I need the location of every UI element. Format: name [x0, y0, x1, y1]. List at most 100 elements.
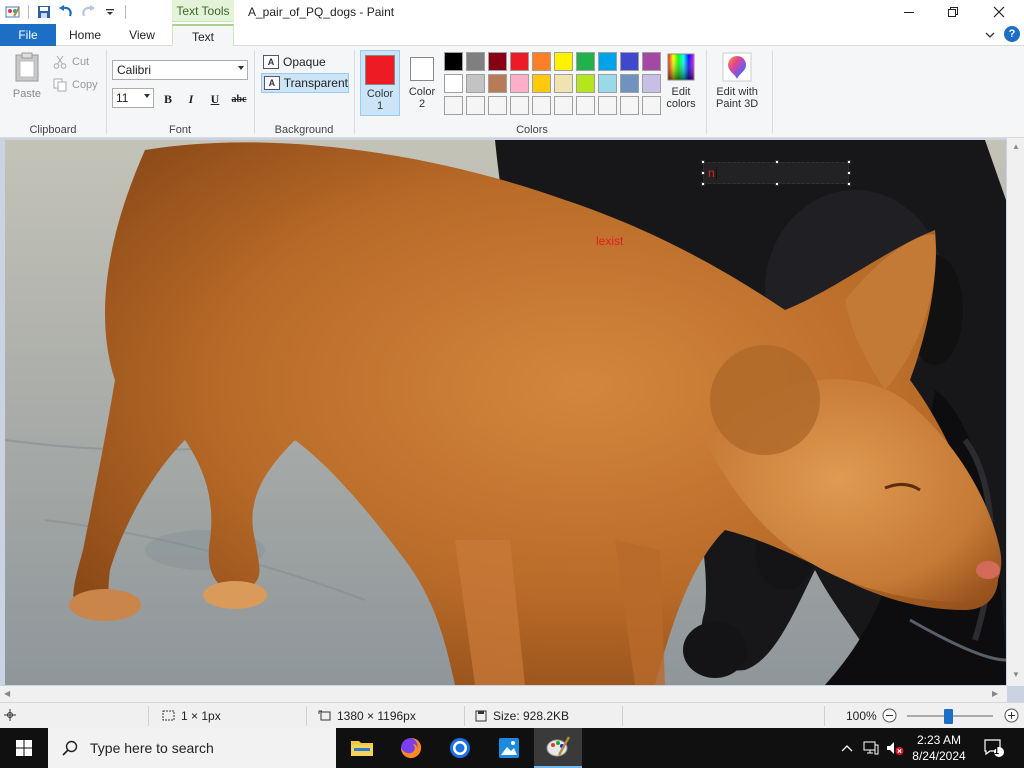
save-icon[interactable]: [33, 1, 55, 23]
minimize-button[interactable]: [886, 0, 932, 24]
tab-file[interactable]: File: [0, 24, 56, 46]
paint-app-icon[interactable]: [2, 1, 24, 23]
zoom-in-button[interactable]: [1004, 708, 1019, 723]
redo-icon[interactable]: [77, 1, 99, 23]
file-explorer-app[interactable]: [338, 728, 386, 768]
quick-access-toolbar: [0, 0, 130, 24]
zoom-out-icon: [882, 708, 897, 723]
bold-button[interactable]: B: [158, 90, 178, 108]
action-center-button[interactable]: 1: [982, 728, 1006, 768]
customize-qat-icon[interactable]: [99, 1, 121, 23]
clipboard-group-label: Clipboard: [29, 124, 77, 136]
strikethrough-button[interactable]: abc: [228, 90, 250, 108]
undo-icon[interactable]: [55, 1, 77, 23]
scissors-icon: [52, 54, 68, 70]
show-hidden-icons-button[interactable]: [838, 728, 856, 768]
ribbon-tab-strip: File Home View Text ?: [0, 24, 1024, 47]
opaque-option[interactable]: A Opaque: [261, 52, 349, 72]
windows-logo-icon: [16, 740, 32, 756]
network-button[interactable]: [860, 728, 882, 768]
status-separator: [622, 706, 623, 726]
close-button[interactable]: [976, 0, 1022, 24]
status-separator: [148, 706, 149, 726]
clipboard-group: Paste Cut Copy Clipboard: [0, 46, 106, 138]
minimize-icon: [904, 12, 914, 13]
restore-button[interactable]: [930, 0, 976, 24]
horizontal-scrollbar[interactable]: ◀ ▶: [0, 686, 1007, 702]
selection-size: 1 × 1px: [162, 709, 221, 723]
painted-text: lexist: [596, 234, 624, 248]
font-family-value: Calibri: [117, 63, 152, 77]
font-size-select[interactable]: 11: [112, 88, 154, 108]
transparent-option[interactable]: A Transparent: [261, 73, 349, 93]
tab-text[interactable]: Text: [172, 24, 234, 47]
cut-label: Cut: [72, 56, 90, 68]
photos-app[interactable]: [485, 728, 533, 768]
window-title: A_pair_of_PQ_dogs - Paint: [248, 5, 395, 19]
network-icon: [863, 741, 879, 755]
scroll-up-icon[interactable]: ▲: [1012, 142, 1020, 151]
folder-icon: [351, 741, 373, 756]
vertical-scrollbar[interactable]: ▲ ▼: [1007, 138, 1024, 686]
tab-home[interactable]: Home: [58, 24, 112, 46]
volume-button[interactable]: [884, 728, 906, 768]
status-separator: [824, 706, 825, 726]
resize-handle[interactable]: [847, 171, 851, 175]
group-divider: [772, 50, 773, 134]
italic-button[interactable]: I: [181, 90, 201, 108]
search-placeholder: Type here to search: [90, 740, 214, 756]
textbox-content[interactable]: n: [708, 166, 717, 181]
cursor-position: [4, 709, 16, 721]
paste-button[interactable]: Paste: [12, 52, 42, 104]
qat-separator: [125, 5, 126, 19]
zoom-level: 100%: [846, 709, 877, 723]
firefox-app[interactable]: [387, 728, 435, 768]
file-size: Size: 928.2KB: [474, 709, 569, 723]
canvas-area[interactable]: ▲ ▼ ◀ ▶: [0, 138, 1024, 702]
clock[interactable]: 2:23 AM 8/24/2024: [906, 732, 972, 764]
scroll-left-icon[interactable]: ◀: [4, 689, 10, 698]
cut-button[interactable]: Cut: [52, 54, 89, 70]
underline-button[interactable]: U: [205, 90, 225, 108]
paint-app[interactable]: [534, 728, 582, 768]
chrome-app[interactable]: [436, 728, 484, 768]
clock-date: 8/24/2024: [912, 749, 966, 763]
status-separator: [306, 706, 307, 726]
resize-handle[interactable]: [701, 171, 705, 175]
scroll-down-icon[interactable]: ▼: [1012, 670, 1020, 679]
taskbar-search-box[interactable]: Type here to search: [48, 728, 336, 768]
copy-button[interactable]: Copy: [52, 77, 98, 93]
help-icon[interactable]: ?: [1004, 26, 1020, 42]
paint-palette-icon: [546, 736, 571, 757]
file-size-text: Size: 928.2KB: [493, 709, 570, 723]
minimize-ribbon-icon[interactable]: [982, 27, 998, 43]
search-icon: [62, 740, 78, 756]
resize-handle[interactable]: [847, 160, 851, 164]
paint3d-icon: [722, 52, 752, 82]
font-family-select[interactable]: Calibri: [112, 60, 248, 80]
tab-view[interactable]: View: [114, 24, 170, 46]
edit-with-paint3d-button[interactable]: Edit with Paint 3D: [716, 52, 758, 110]
group-divider: [354, 50, 355, 134]
restore-icon: [948, 7, 958, 17]
start-button[interactable]: [0, 728, 48, 768]
resize-handle[interactable]: [775, 160, 779, 164]
photos-icon: [499, 738, 519, 758]
resize-handle[interactable]: [847, 182, 851, 186]
zoom-out-button[interactable]: [882, 708, 897, 723]
clipboard-icon: [15, 52, 39, 82]
resize-handle[interactable]: [775, 182, 779, 186]
scroll-right-icon[interactable]: ▶: [992, 689, 998, 698]
text-entry-box[interactable]: n: [701, 160, 851, 186]
chevron-down-icon: [144, 94, 150, 98]
firefox-icon: [401, 738, 422, 758]
zoom-slider-thumb[interactable]: [944, 709, 954, 724]
paste-label: Paste: [12, 88, 42, 100]
resize-handle[interactable]: [701, 182, 705, 186]
dogs-image[interactable]: [5, 140, 1006, 685]
resize-handle[interactable]: [701, 160, 705, 164]
text-caret: [715, 167, 717, 181]
status-bar: 1 × 1px 1380 × 1196px Size: 928.2KB 100%: [0, 702, 1024, 728]
status-separator: [464, 706, 465, 726]
group-divider: [706, 50, 707, 134]
